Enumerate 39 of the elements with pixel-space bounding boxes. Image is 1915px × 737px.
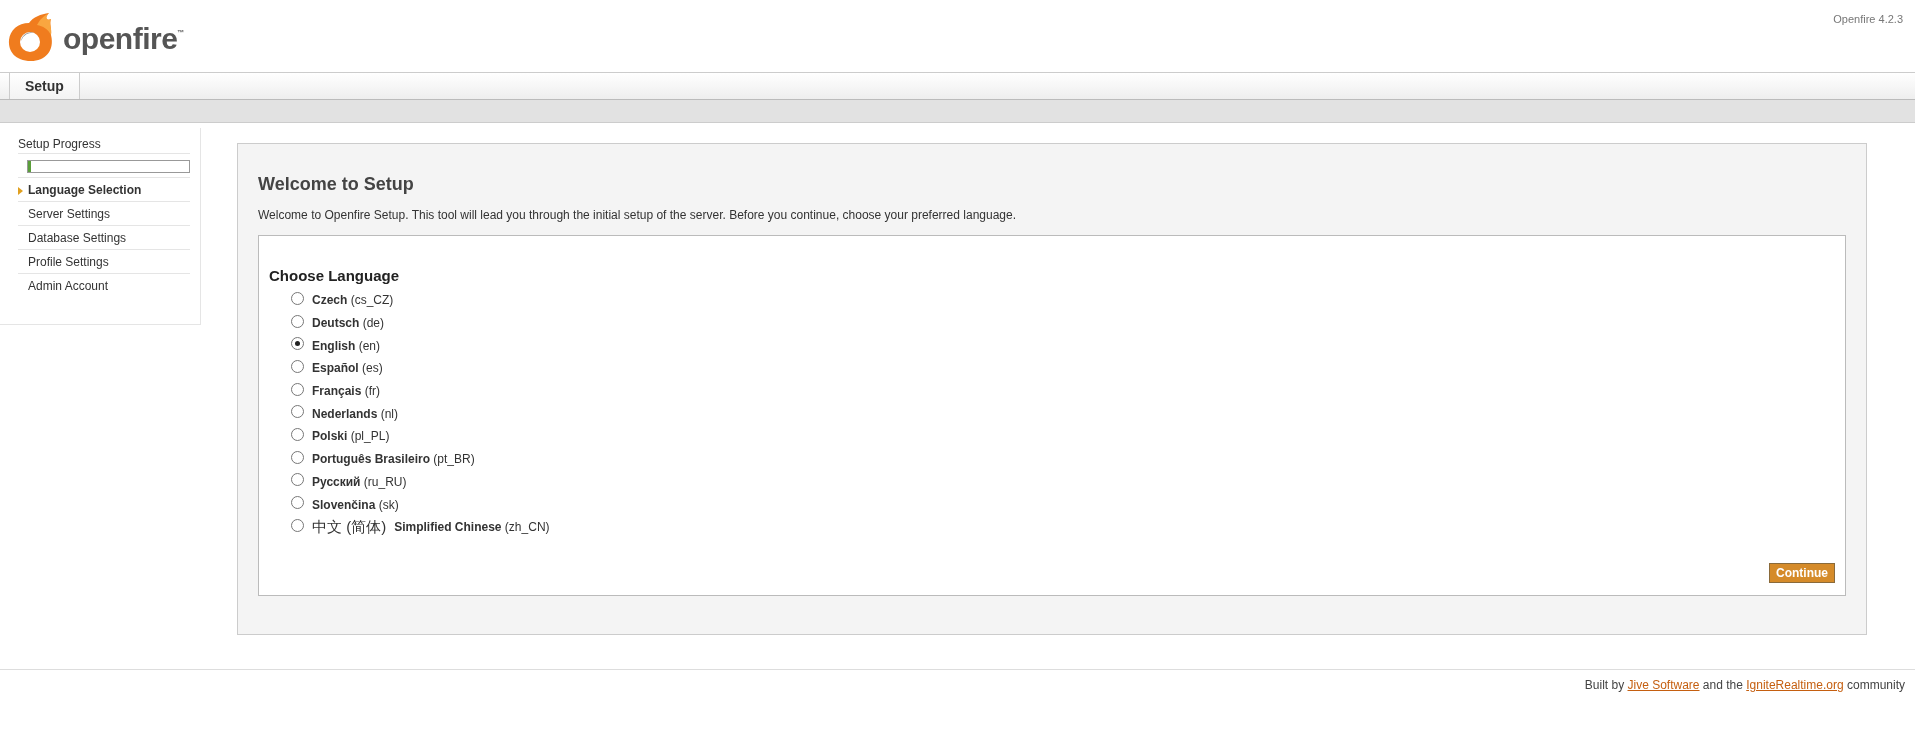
sidebar-item[interactable]: Database Settings xyxy=(18,225,190,249)
radio-button[interactable] xyxy=(291,473,304,487)
radio-button[interactable] xyxy=(291,337,304,351)
sidebar-item[interactable]: Language Selection xyxy=(18,177,190,201)
radio-button[interactable] xyxy=(291,518,304,532)
language-label: Français (fr) xyxy=(312,384,380,399)
radio-button[interactable] xyxy=(291,291,304,305)
language-label: Português Brasileiro (pt_BR) xyxy=(312,452,475,467)
footer-link[interactable]: Jive Software xyxy=(1627,678,1700,692)
language-label: Slovenčina (sk) xyxy=(312,497,399,512)
language-label: Czech (cs_CZ) xyxy=(312,293,394,308)
language-label: Deutsch (de) xyxy=(312,316,385,331)
radio-button[interactable] xyxy=(291,405,304,419)
section-title: Choose Language xyxy=(269,267,400,284)
language-label: Nederlands (nl) xyxy=(312,406,399,421)
sidebar-item[interactable]: Profile Settings xyxy=(18,249,190,273)
language-label: Simplified Chinese (zh_CN) xyxy=(394,520,550,535)
radio-button[interactable] xyxy=(291,450,304,464)
sidebar-title: Setup Progress xyxy=(18,134,190,154)
language-label: English (en) xyxy=(312,338,381,353)
version-label: Openfire 4.2.3 xyxy=(1833,12,1904,27)
language-label: Русский (ru_RU) xyxy=(312,474,407,489)
radio-button[interactable] xyxy=(291,382,304,396)
sidebar-item[interactable]: Admin Account xyxy=(18,273,190,297)
sidebar-item[interactable]: Server Settings xyxy=(18,201,190,225)
radio-button[interactable] xyxy=(291,496,304,510)
language-label: Polski (pl_PL) xyxy=(312,429,390,444)
page-title: Welcome to Setup xyxy=(258,174,415,195)
radio-button[interactable] xyxy=(291,359,304,373)
footer-link[interactable]: IgniteRealtime.org xyxy=(1746,678,1844,692)
footer-credit: Built by Jive Software and the IgniteRealtime.org community xyxy=(1584,678,1905,692)
triangle-icon xyxy=(18,187,23,195)
intro-text: Welcome to Openfire Setup. This tool will lead you through the initial setup of the server. Before you continue, choose your preferred language. xyxy=(258,208,1017,222)
setup-tab[interactable]: Setup xyxy=(9,73,80,99)
radio-button[interactable] xyxy=(291,314,304,328)
logo-text: openfire$^{™}$ xyxy=(63,22,184,56)
language-label: Español (es) xyxy=(312,361,383,376)
native-language-name: 中文 (简体) xyxy=(312,517,387,537)
radio-button[interactable] xyxy=(291,427,304,441)
